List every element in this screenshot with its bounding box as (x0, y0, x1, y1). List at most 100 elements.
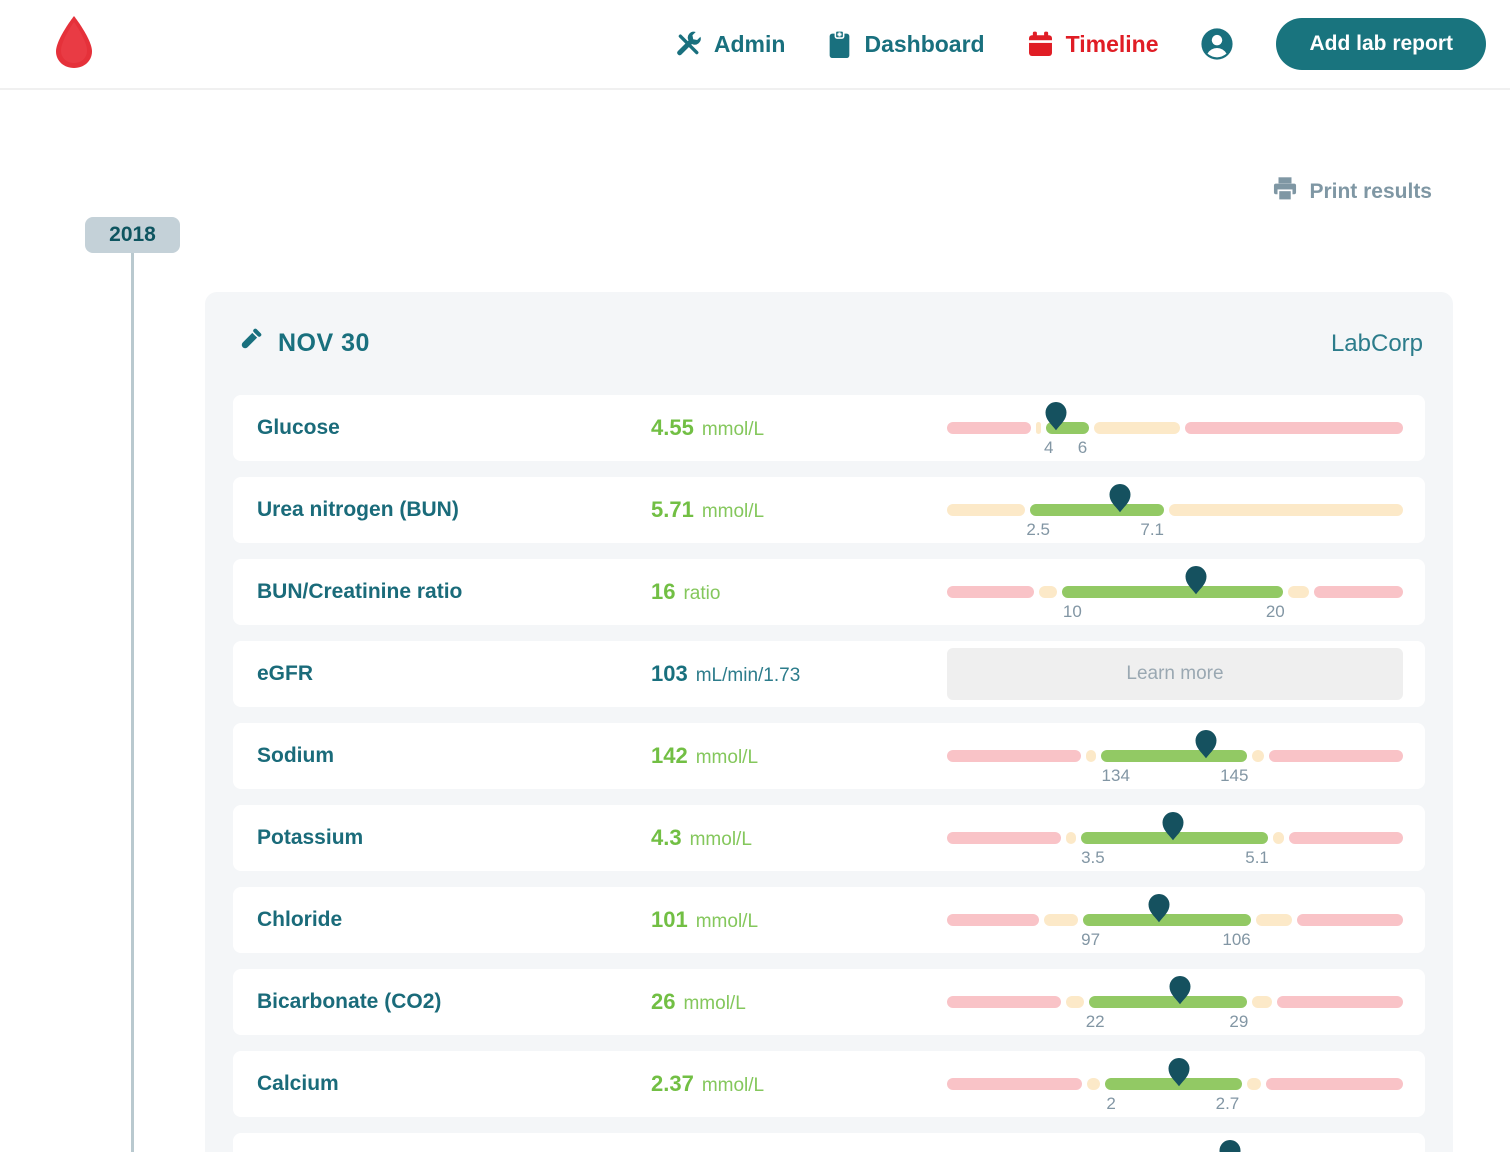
lab-results-list: Glucose 4.55 mmol/L 4 6 Urea nitrogen (BUN) 5.… (233, 395, 1425, 1152)
reference-range-bar: 2.5 7.1 (947, 484, 1403, 539)
lab-name: LabCorp (1330, 329, 1423, 357)
range-boundary-label: 106 (1222, 930, 1251, 949)
range-boundary-label: 145 (1220, 766, 1249, 785)
value-number: 5.71 (651, 497, 694, 522)
range-segment-yellow (1086, 1078, 1101, 1090)
analyte-name: BUN/Creatinine ratio (257, 580, 463, 603)
range-segments (947, 504, 1403, 516)
lab-result-row: Potassium 4.3 mmol/L 3.5 5.1 (233, 805, 1425, 871)
value-number: 101 (651, 907, 688, 932)
range-segment-green (1030, 504, 1164, 516)
value-number: 2.37 (651, 1071, 694, 1096)
reference-range-bar: 97 106 (947, 894, 1404, 949)
range-segment-yellow (1251, 996, 1273, 1008)
value-number: 16 (651, 579, 676, 604)
reference-range-bar: 46 (947, 402, 1403, 457)
range-segment-yellow (1273, 832, 1284, 844)
range-segment-pink (1297, 914, 1404, 926)
report-date: NOV 30 (235, 326, 370, 362)
range-segments (947, 586, 1404, 598)
lab-result-row: BUN/Creatinine ratio 16 ratio 10 20 (233, 559, 1425, 625)
value-marker-pin-icon (1109, 483, 1132, 513)
blood-drop-icon (54, 15, 94, 74)
value-unit: mmol/L (683, 993, 746, 1014)
calendar-icon (1027, 31, 1054, 58)
wrench-screwdriver-icon (675, 31, 702, 58)
analyte-name: Bicarbonate (CO2) (257, 990, 442, 1013)
lab-result-row (233, 1133, 1425, 1152)
lab-result-row: Sodium 142 mmol/L 134 145 (233, 723, 1425, 789)
lab-result-row: eGFR 103 mL/min/1.73 Learn more (233, 641, 1425, 707)
user-avatar-icon[interactable] (1200, 27, 1234, 61)
value-marker-pin-icon (1045, 401, 1068, 431)
reference-range-bar: 134 145 (947, 730, 1404, 785)
value-unit: mmol/L (701, 419, 765, 440)
value-unit: mmol/L (701, 1075, 765, 1096)
range-boundary-label: 2.5 (1026, 520, 1051, 539)
reference-range-bar: 3.5 5.1 (947, 812, 1404, 867)
value-unit: mmol/L (701, 501, 765, 522)
value-unit: mmol/L (689, 829, 752, 850)
range-segment-pink (947, 422, 1032, 434)
range-segment-yellow (1036, 422, 1041, 434)
range-segment-pink (947, 750, 1082, 762)
result-value: 26 mmol/L (651, 989, 947, 1015)
value-unit: ratio (683, 583, 721, 604)
range-segment-pink (1288, 832, 1404, 844)
main-nav: Admin Dashboard Timeline Add lab report (675, 18, 1486, 70)
lab-result-row: Glucose 4.55 mmol/L 4 6 (233, 395, 1425, 461)
analyte-name: Chloride (257, 908, 343, 931)
nav-item-admin[interactable]: Admin (675, 30, 786, 58)
add-lab-report-button[interactable]: Add lab report (1276, 18, 1486, 70)
range-segment-yellow (1251, 750, 1264, 762)
value-unit: mL/min/1.73 (695, 665, 801, 686)
learn-more-button[interactable]: Learn more (947, 648, 1403, 700)
value-unit: mmol/L (695, 747, 759, 768)
analyte-name: Urea nitrogen (BUN) (257, 498, 459, 521)
range-boundary-label: 2 (1106, 1094, 1116, 1113)
range-segment-yellow (1288, 586, 1309, 598)
value-number: 4.55 (651, 415, 694, 440)
timeline-vertical-line (131, 253, 134, 1152)
range-segment-yellow (1038, 586, 1058, 598)
range-segment-pink (947, 586, 1034, 598)
range-segment-yellow (1247, 1078, 1262, 1090)
range-segment-pink (947, 914, 1039, 926)
range-segment-pink (947, 996, 1062, 1008)
range-boundary-label: 97 (1081, 930, 1101, 949)
range-segment-pink (1313, 586, 1404, 598)
value-marker-pin-icon (1148, 893, 1171, 923)
value-marker-pin-icon (1218, 1139, 1241, 1152)
nav-item-dashboard[interactable]: Dashboard (827, 29, 985, 59)
nav-item-timeline[interactable]: Timeline (1027, 31, 1158, 58)
result-value: 103 mL/min/1.73 (651, 661, 947, 687)
lab-result-row: Calcium 2.37 mmol/L 2 2.7 (233, 1051, 1425, 1117)
value-marker-pin-icon (1167, 1057, 1190, 1087)
analyte-name: Potassium (257, 826, 364, 849)
value-marker-pin-icon (1161, 811, 1184, 841)
test-tube-icon (235, 326, 264, 362)
range-segment-green (1062, 586, 1284, 598)
analyte-name: Glucose (257, 416, 340, 439)
range-boundary-label: 20 (1265, 602, 1285, 621)
range-boundary-label: 29 (1229, 1012, 1249, 1031)
value-marker-pin-icon (1168, 975, 1191, 1005)
range-boundary-label: 134 (1101, 766, 1130, 785)
range-boundary-label: 6 (1077, 438, 1088, 457)
nav-label: Admin (713, 30, 786, 57)
range-boundary-label: 5.1 (1245, 848, 1269, 867)
range-segment-pink (1268, 750, 1404, 762)
card-header: NOV 30 LabCorp (233, 292, 1425, 395)
lab-report-card: NOV 30 LabCorp Glucose 4.55 mmol/L 4 6 Urea n… (205, 292, 1453, 1152)
range-boundary-label: 3.5 (1081, 848, 1105, 867)
range-segment-pink (947, 832, 1062, 844)
reference-range-bar: 10 20 (947, 566, 1404, 621)
print-results-link[interactable]: Print results (1272, 176, 1432, 208)
lab-result-row: Chloride 101 mmol/L 97 106 (233, 887, 1425, 953)
result-value: 5.71 mmol/L (651, 497, 947, 523)
analyte-name: eGFR (257, 662, 314, 685)
app-page: Admin Dashboard Timeline Add lab report … (0, 0, 1510, 1152)
result-value: 4.3 mmol/L (651, 825, 947, 851)
result-value: 16 ratio (651, 579, 947, 605)
result-value: 101 mmol/L (651, 907, 947, 933)
